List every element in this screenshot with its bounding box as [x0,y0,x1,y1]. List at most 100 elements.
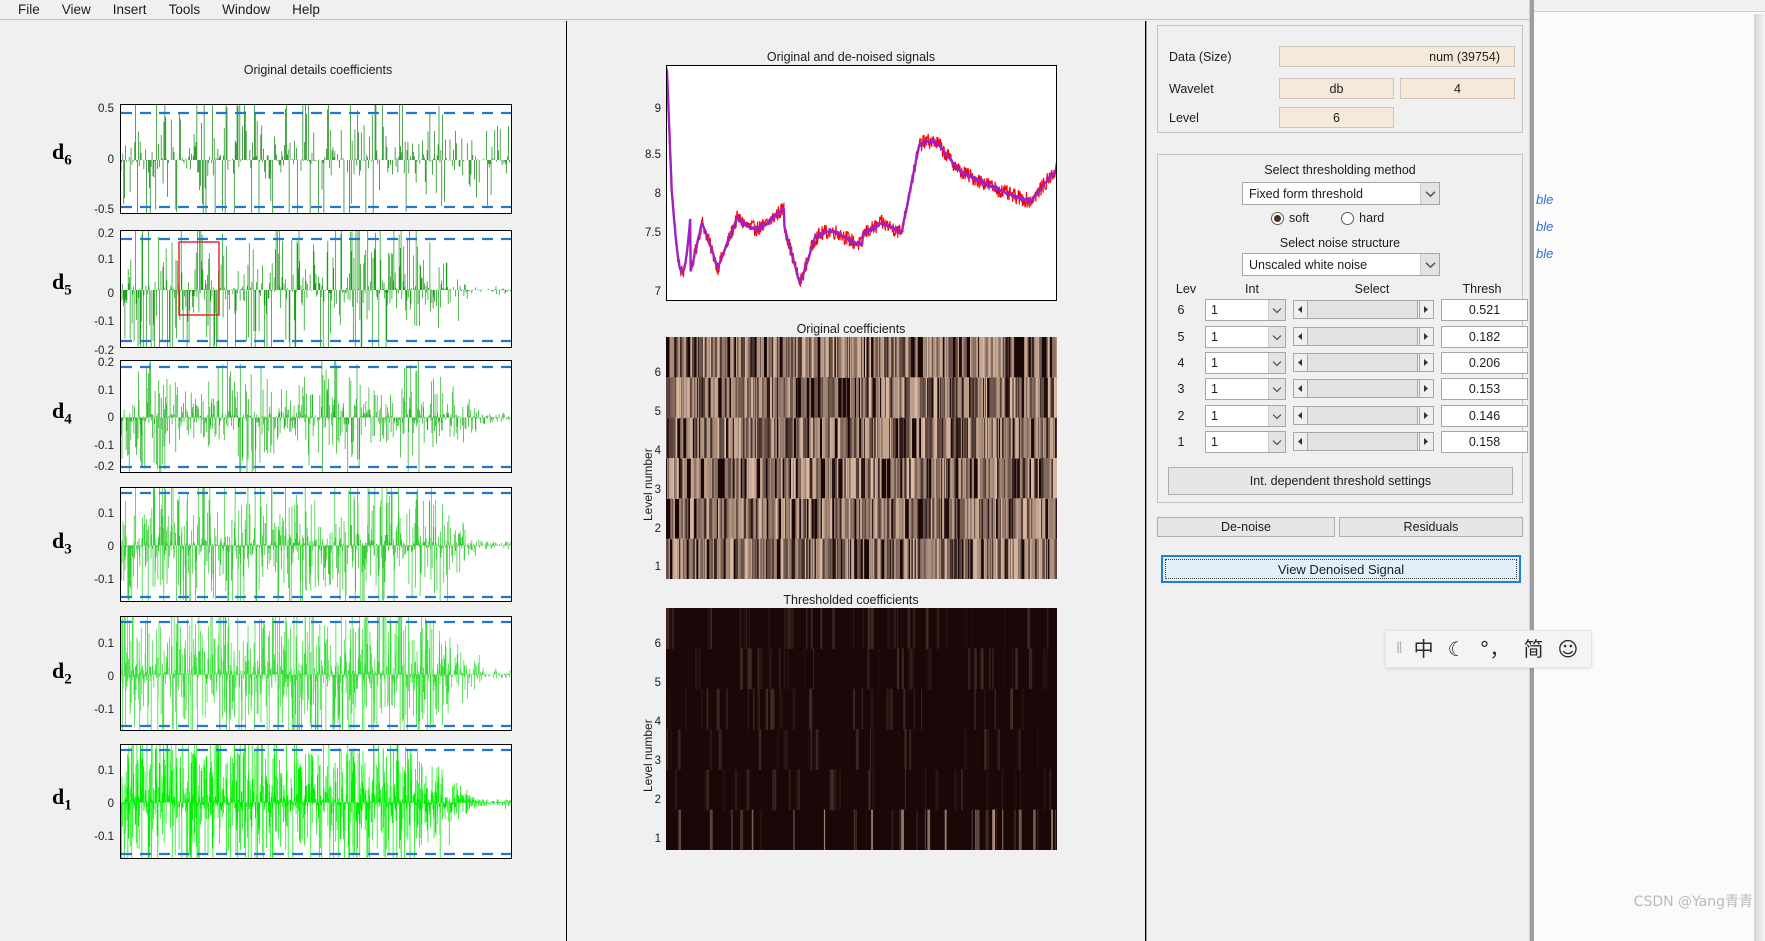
menu-help[interactable]: Help [281,0,331,19]
ime-chinese-mode-icon[interactable]: 中 [1414,639,1434,659]
thresh-value-5[interactable]: 0.182 [1441,326,1528,348]
slider-right-arrow-icon[interactable] [1419,407,1433,424]
slider-right-arrow-icon[interactable] [1419,301,1433,318]
radio-soft[interactable] [1271,211,1284,225]
menu-tools[interactable]: Tools [158,0,212,19]
slider-right-arrow-icon[interactable] [1419,328,1433,345]
thresh-slider-3[interactable] [1293,379,1434,398]
chevron-down-icon [1268,432,1285,452]
orig-coef-axes[interactable] [666,337,1057,579]
int-select-1[interactable]: 1 [1205,431,1286,453]
wavelet-family-value[interactable]: db [1279,78,1394,99]
background-editor-window[interactable]: ble ble ble [1529,0,1765,941]
level-value[interactable]: 6 [1279,107,1394,128]
slider-thumb[interactable] [1308,301,1418,318]
thresh-value-1[interactable]: 0.158 [1441,431,1528,453]
d3-ytick-1: 0 [107,541,114,553]
chevron-down-icon [1420,183,1439,204]
d3-axes[interactable] [120,487,512,602]
thresh-value-2[interactable]: 0.146 [1441,405,1528,427]
signals-axes[interactable] [666,65,1057,301]
slider-left-arrow-icon[interactable] [1294,328,1308,345]
thresh-coef-axes[interactable] [666,608,1057,850]
oc-ytick-3: 3 [654,484,661,496]
int-select-5[interactable]: 1 [1205,326,1286,348]
level-label-d3: d3 [52,528,72,558]
ime-moon-icon[interactable]: ☾ [1448,639,1466,659]
lev-6: 6 [1177,303,1185,317]
ime-emoji-icon[interactable]: ☺ [1558,639,1579,659]
ime-grip-icon[interactable]: ‖ [1396,640,1403,658]
background-window-scrollbar[interactable] [1754,14,1765,941]
thresh-slider-4[interactable] [1293,353,1434,372]
thresh-coef-title: Thresholded coefficients [783,593,919,607]
details-coefficients-panel: Original details coefficients d6 0.5 0 -… [0,21,566,941]
thresh-slider-6[interactable] [1293,300,1434,319]
level-label-d2: d2 [52,658,72,688]
ime-punctuation-icon[interactable]: °， [1480,639,1510,659]
d6-axes[interactable] [120,104,512,214]
thresh-slider-1[interactable] [1293,432,1434,451]
int-dependent-threshold-settings-button[interactable]: Int. dependent threshold settings [1168,467,1513,495]
slider-thumb[interactable] [1308,433,1418,450]
oc-ytick-6: 6 [654,367,661,379]
menu-file[interactable]: File [7,0,51,19]
slider-left-arrow-icon[interactable] [1294,354,1308,371]
slider-thumb[interactable] [1308,380,1418,397]
slider-thumb[interactable] [1308,407,1418,424]
slider-right-arrow-icon[interactable] [1419,380,1433,397]
signals-plot-title: Original and de-noised signals [766,50,936,64]
thresh-value-6[interactable]: 0.521 [1441,299,1528,321]
denoise-button[interactable]: De-noise [1157,517,1335,537]
slider-thumb[interactable] [1308,354,1418,371]
thresh-value-3[interactable]: 0.153 [1441,378,1528,400]
d2-axes[interactable] [120,616,512,731]
menu-insert[interactable]: Insert [102,0,158,19]
residuals-button[interactable]: Residuals [1339,517,1523,537]
slider-left-arrow-icon[interactable] [1294,380,1308,397]
slider-left-arrow-icon[interactable] [1294,433,1308,450]
chevron-down-icon [1420,254,1439,275]
radio-hard[interactable] [1341,211,1355,225]
slider-track[interactable] [1308,301,1419,318]
thresh-slider-5[interactable] [1293,327,1434,346]
d5-ytick-0: 0.2 [98,228,114,240]
slider-track[interactable] [1308,328,1419,345]
wavelet-order-value[interactable]: 4 [1400,78,1515,99]
noise-structure-select[interactable]: Unscaled white noise [1242,253,1440,276]
data-size-value[interactable]: num (39754) [1279,46,1515,67]
d6-ytick-2: -0.5 [94,204,114,216]
slider-track[interactable] [1308,433,1419,450]
d1-axes[interactable] [120,744,512,859]
int-value-6: 1 [1211,303,1218,317]
slider-track[interactable] [1308,407,1419,424]
level-label-d6: d6 [52,139,72,169]
view-denoised-signal-label: View Denoised Signal [1277,561,1405,577]
col-header-lev: Lev [1175,282,1197,296]
thresh-slider-2[interactable] [1293,406,1434,425]
thresholding-method-select[interactable]: Fixed form threshold [1242,182,1440,205]
wavelet-label: Wavelet [1169,82,1214,96]
ime-toolbar[interactable]: ‖ 中 ☾ °， 简 ☺ [1385,630,1593,668]
int-select-2[interactable]: 1 [1205,405,1286,427]
int-select-3[interactable]: 1 [1205,378,1286,400]
slider-right-arrow-icon[interactable] [1419,354,1433,371]
int-select-4[interactable]: 1 [1205,352,1286,374]
slider-track[interactable] [1308,380,1419,397]
slider-track[interactable] [1308,354,1419,371]
int-select-6[interactable]: 1 [1205,299,1286,321]
slider-left-arrow-icon[interactable] [1294,301,1308,318]
slider-thumb[interactable] [1308,328,1418,345]
d5-ytick-1: 0.1 [98,254,114,266]
view-denoised-signal-button[interactable]: View Denoised Signal [1161,555,1521,583]
thresh-value-4[interactable]: 0.206 [1441,352,1528,374]
menu-bar: File View Insert Tools Window Help [0,0,1765,20]
d5-axes[interactable] [120,230,512,348]
d4-axes[interactable] [120,360,512,473]
slider-left-arrow-icon[interactable] [1294,407,1308,424]
menu-window[interactable]: Window [211,0,281,19]
menu-view[interactable]: View [51,0,102,19]
ime-simplified-icon[interactable]: 简 [1524,639,1544,659]
d2-ytick-1: 0 [107,671,114,683]
slider-right-arrow-icon[interactable] [1419,433,1433,450]
